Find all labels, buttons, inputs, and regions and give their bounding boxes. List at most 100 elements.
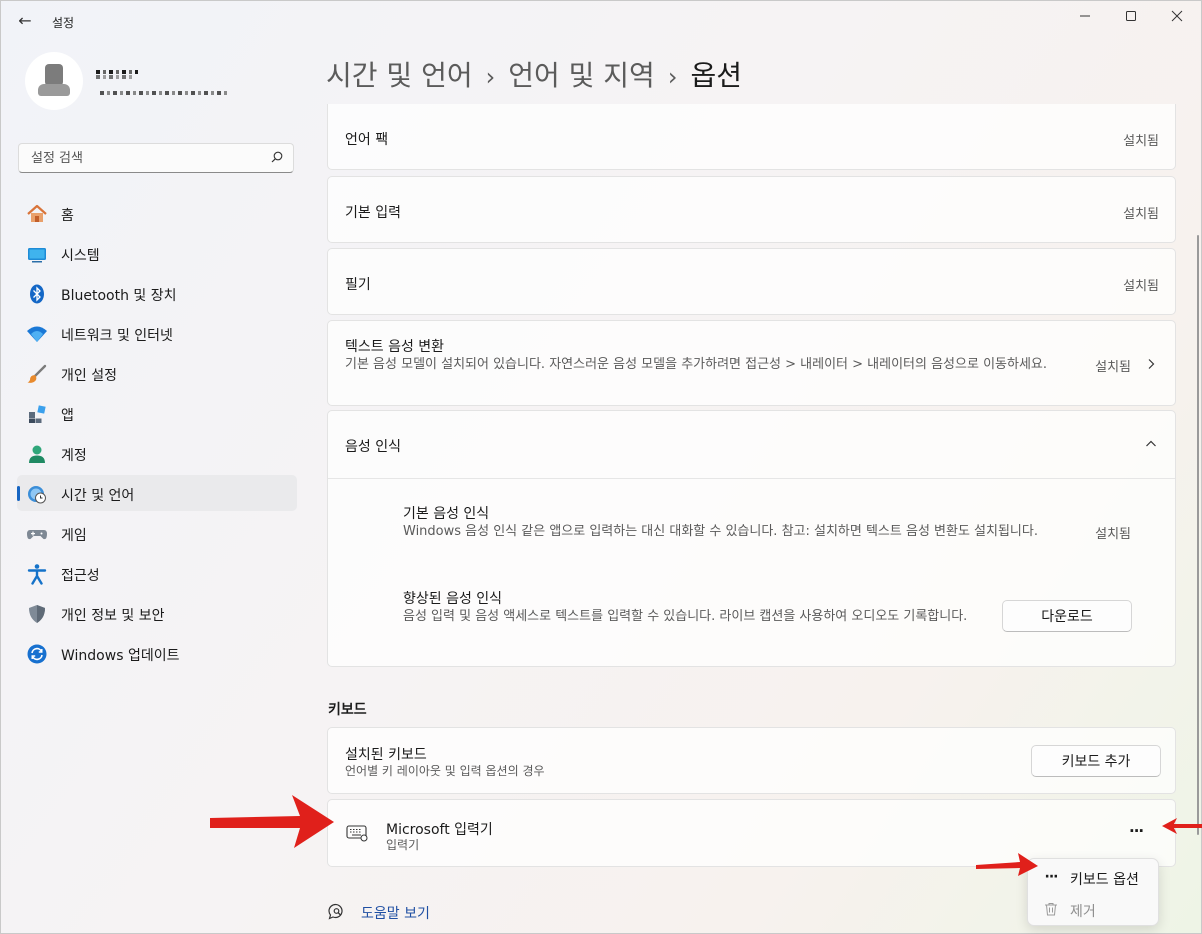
download-button[interactable]: 다운로드 — [1002, 600, 1132, 632]
back-button[interactable]: ← — [14, 10, 36, 32]
tts-status: 설치됨 — [1095, 360, 1131, 375]
minimize-button[interactable] — [1062, 4, 1108, 32]
title-bar: ← 설정 — [0, 0, 1202, 40]
annotation-arrow-right — [1162, 818, 1202, 834]
sidebar-item-label: 접근성 — [61, 568, 100, 584]
basic-speech-title: 기본 음성 인식 — [403, 506, 490, 522]
annotation-arrow-left — [210, 795, 334, 848]
basic-speech-status: 설치됨 — [1095, 527, 1131, 542]
chevron-right-icon — [1148, 359, 1155, 369]
sidebar-item-label: 앱 — [61, 408, 74, 424]
keyboard-section-heading: 키보드 — [328, 702, 367, 718]
basic-typing-status: 설치됨 — [1123, 207, 1159, 222]
apps-icon — [29, 405, 46, 423]
speech-recognition-title: 음성 인식 — [345, 439, 401, 455]
basic-typing-card: 기본 입력 설치됨 — [327, 176, 1176, 243]
maximize-button[interactable] — [1108, 4, 1154, 32]
sidebar-item-label: 개인 정보 및 보안 — [61, 608, 165, 624]
avatar[interactable] — [25, 52, 83, 110]
sidebar-item-label: 시간 및 언어 — [61, 488, 135, 504]
sidebar-item-bluetooth[interactable]: Bluetooth 및 장치 — [17, 275, 297, 311]
page-title: 옵션 — [690, 59, 742, 92]
sidebar-item-label: Bluetooth 및 장치 — [61, 288, 177, 304]
enhanced-speech-description: 음성 입력 및 음성 액세스로 텍스트를 입력할 수 있습니다. 라이브 캡션을… — [403, 609, 968, 624]
sidebar-item-personalization[interactable]: 개인 설정 — [17, 355, 297, 391]
keyboard-context-menu: ··· 키보드 옵션 제거 — [1027, 858, 1159, 926]
sidebar-item-accounts[interactable]: 계정 — [17, 435, 297, 471]
gamepad-icon — [27, 530, 47, 540]
sidebar-item-time-language[interactable]: 시간 및 언어 — [17, 475, 297, 511]
language-pack-card: 언어 팩 설치됨 — [327, 104, 1176, 170]
add-keyboard-button[interactable]: 키보드 추가 — [1031, 745, 1161, 777]
wifi-icon — [27, 326, 47, 342]
menu-item-remove[interactable]: 제거 — [1032, 894, 1154, 924]
tts-card[interactable]: 텍스트 음성 변환 기본 음성 모델이 설치되어 있습니다. 자연스러운 음성 … — [327, 320, 1176, 406]
speech-recognition-card: 음성 인식 기본 음성 인식 Windows 음성 인식 같은 앱으로 입력하는… — [327, 410, 1176, 667]
profile-name-redacted-2 — [96, 75, 132, 79]
sidebar-item-label: 홈 — [61, 208, 74, 224]
breadcrumb-separator: › — [485, 63, 496, 91]
bluetooth-icon — [30, 284, 44, 304]
installed-keyboards-description: 언어별 키 레이아웃 및 입력 옵션의 경우 — [345, 764, 545, 778]
menu-item-keyboard-options[interactable]: ··· 키보드 옵션 — [1032, 862, 1154, 892]
basic-typing-title: 기본 입력 — [345, 205, 401, 221]
minimize-icon — [1080, 15, 1090, 17]
sidebar-item-system[interactable]: 시스템 — [17, 235, 297, 271]
tts-title: 텍스트 음성 변환 — [345, 339, 445, 355]
sidebar-item-gaming[interactable]: 게임 — [17, 515, 297, 551]
time-language-icon — [28, 486, 46, 504]
search-icon[interactable] — [271, 151, 283, 163]
sidebar-item-privacy[interactable]: 개인 정보 및 보안 — [17, 595, 297, 631]
content-scrollbar[interactable] — [1197, 235, 1199, 835]
sidebar-item-apps[interactable]: 앱 — [17, 395, 297, 431]
maximize-icon — [1126, 11, 1136, 21]
microsoft-ime-subtitle: 입력기 — [386, 838, 420, 852]
tts-description: 기본 음성 모델이 설치되어 있습니다. 자연스러운 음성 모델을 추가하려면 … — [345, 357, 1047, 372]
sidebar-item-label: 계정 — [61, 448, 87, 464]
home-icon — [27, 204, 47, 222]
search-box[interactable] — [18, 143, 294, 173]
breadcrumb-time-language[interactable]: 시간 및 언어 — [326, 59, 473, 92]
sidebar-item-label: 네트워크 및 인터넷 — [61, 328, 173, 344]
menu-item-label: 키보드 옵션 — [1070, 872, 1139, 888]
more-options-button[interactable]: ··· — [1129, 822, 1144, 840]
breadcrumb-language-region[interactable]: 언어 및 지역 — [508, 59, 655, 92]
sidebar-item-home[interactable]: 홈 — [17, 195, 297, 231]
close-icon — [1171, 10, 1183, 22]
avatar-body — [38, 84, 70, 96]
basic-speech-description: Windows 음성 인식 같은 앱으로 입력하는 대신 대화할 수 있습니다.… — [403, 524, 1038, 539]
sidebar-nav: 홈 시스템 Bluetooth 및 장치 네트워크 및 인터넷 개인 설정 앱 — [17, 195, 297, 675]
close-button[interactable] — [1154, 4, 1200, 32]
installed-keyboards-title: 설치된 키보드 — [345, 747, 427, 763]
menu-item-label: 제거 — [1070, 904, 1096, 920]
installed-keyboards-card: 설치된 키보드 언어별 키 레이아웃 및 입력 옵션의 경우 키보드 추가 — [327, 727, 1176, 794]
microsoft-ime-card: Microsoft 입력기 입력기 ··· — [327, 799, 1176, 867]
more-icon: ··· — [1044, 869, 1059, 885]
sidebar-item-network[interactable]: 네트워크 및 인터넷 — [17, 315, 297, 351]
sidebar-item-windows-update[interactable]: Windows 업데이트 — [17, 635, 297, 671]
breadcrumb-separator: › — [667, 63, 678, 91]
app-title: 설정 — [52, 16, 75, 30]
account-icon — [29, 445, 45, 463]
sidebar-item-accessibility[interactable]: 접근성 — [17, 555, 297, 591]
annotation-arrow-menu — [976, 853, 1038, 876]
help-link[interactable]: 도움말 보기 — [361, 903, 430, 923]
sidebar-item-label: 시스템 — [61, 248, 100, 264]
profile-name-redacted — [96, 70, 138, 74]
language-pack-status: 설치됨 — [1123, 134, 1159, 149]
windows-update-icon — [27, 644, 47, 664]
handwriting-title: 필기 — [345, 277, 371, 293]
sidebar-item-label: 게임 — [61, 528, 87, 544]
system-icon — [28, 248, 46, 263]
enhanced-speech-title: 향상된 음성 인식 — [403, 591, 503, 607]
handwriting-card: 필기 설치됨 — [327, 248, 1176, 315]
speech-recognition-header[interactable]: 음성 인식 — [328, 411, 1175, 479]
breadcrumb: 시간 및 언어 › 언어 및 지역 › 옵션 — [326, 54, 742, 94]
search-input[interactable] — [29, 150, 263, 167]
chevron-up-icon — [1146, 440, 1156, 447]
brush-icon — [27, 364, 47, 383]
help-icon — [328, 903, 343, 920]
trash-icon — [1045, 903, 1057, 916]
handwriting-status: 설치됨 — [1123, 279, 1159, 294]
accessibility-icon — [27, 564, 47, 585]
